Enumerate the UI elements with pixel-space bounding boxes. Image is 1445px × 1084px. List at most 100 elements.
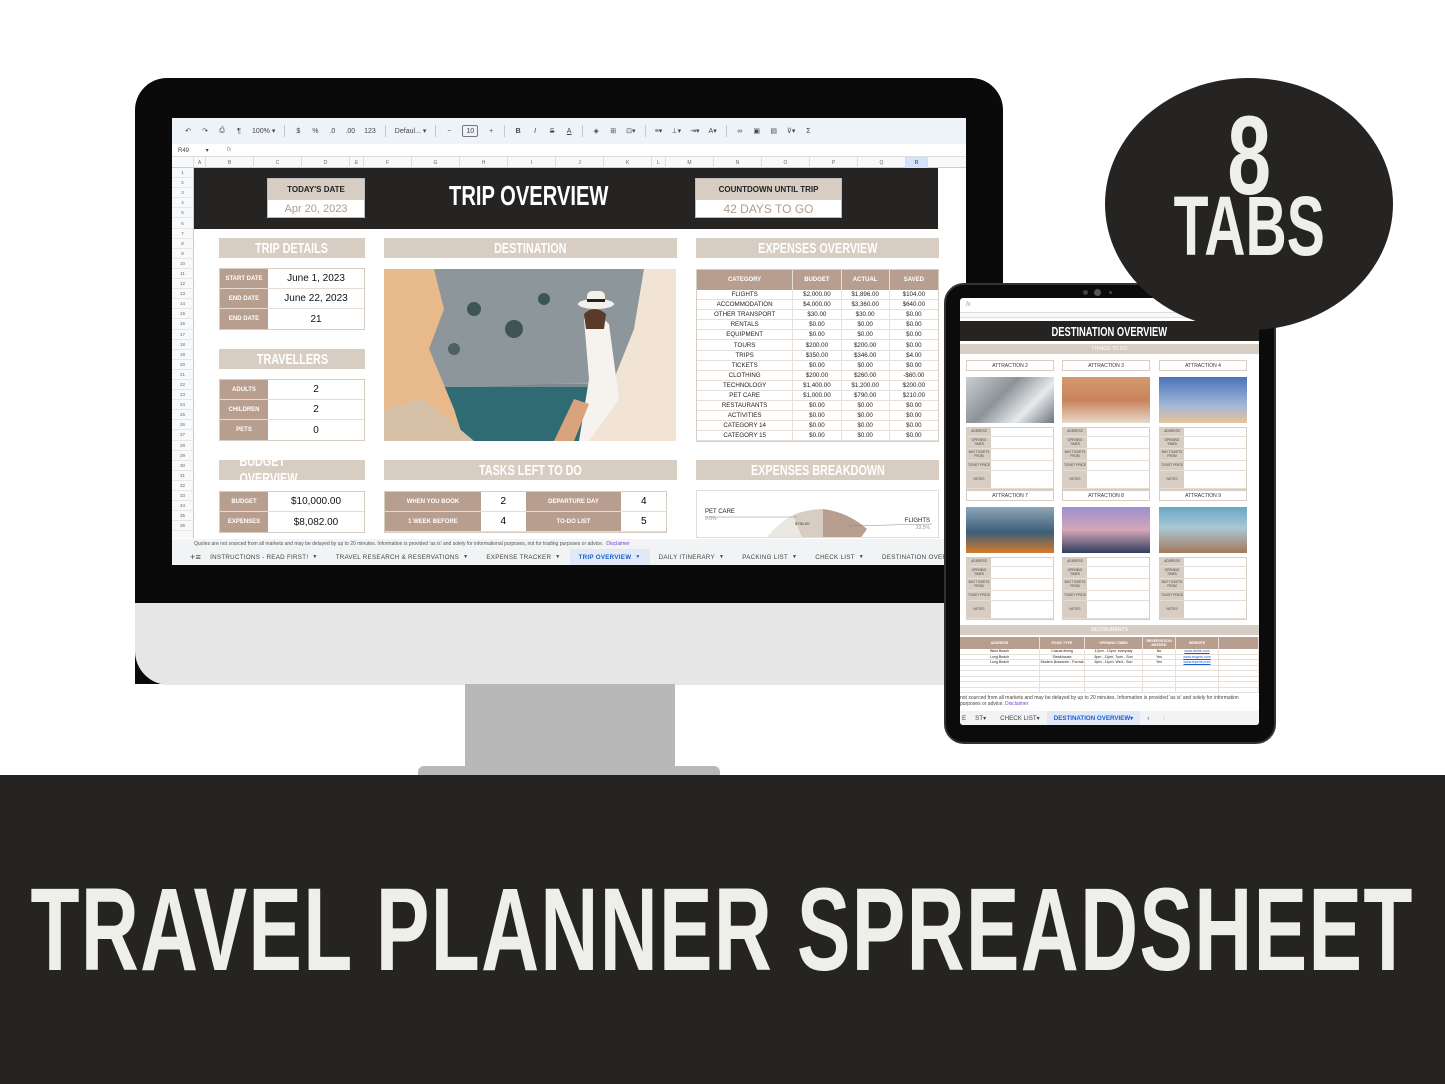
table-cell[interactable]: $30.00 [842,310,890,320]
table-cell[interactable]: 6pm - 11pm, Wed - Sun [1085,660,1143,665]
percent-button[interactable]: % [311,125,319,137]
table-cell[interactable] [1040,665,1085,670]
italic-button[interactable]: I [531,125,539,137]
table-cell[interactable]: TICKETS [697,360,794,370]
row-header[interactable]: 7 [172,229,193,239]
row-header[interactable]: 23 [172,390,193,401]
table-cell[interactable]: EQUIPMENT [697,330,794,340]
table-cell[interactable]: Long Beach [960,660,1040,665]
field-input[interactable] [1087,428,1149,436]
table-cell[interactable]: $200.00 [793,370,842,380]
table-cell[interactable] [960,671,1040,676]
table-cell[interactable]: $0.00 [842,320,890,330]
task-count[interactable]: 2 [481,492,526,511]
column-header[interactable]: P [810,157,858,168]
table-cell[interactable]: $0.00 [842,411,890,421]
table-cell[interactable]: $790.00 [842,390,890,401]
table-cell[interactable] [1085,671,1143,676]
font-size-input[interactable]: 10 [462,125,479,137]
field-input[interactable] [991,567,1053,578]
table-cell[interactable] [1219,660,1259,665]
table-cell[interactable]: Steakhouse [1040,654,1085,659]
field-input[interactable] [1184,471,1246,488]
column-header[interactable]: H [460,157,508,168]
table-cell[interactable]: Modern Brasserie - Formal [1040,660,1085,665]
table-cell[interactable]: 5pm - 11pm, Tues - Sun [1085,654,1143,659]
column-header[interactable]: M [666,157,714,168]
row-header[interactable]: 12 [172,279,193,290]
table-cell[interactable]: CATEGORY 14 [697,421,794,431]
field-input[interactable] [991,437,1053,448]
column-header[interactable]: D [302,157,350,168]
field-input[interactable] [991,591,1053,600]
field-input[interactable] [1184,579,1246,590]
row-header[interactable]: 25 [172,410,193,421]
row-header[interactable]: 21 [172,370,193,380]
table-cell[interactable]: $640.00 [890,300,938,309]
sheet-tab[interactable]: PACKING LIST ▼ [733,549,806,565]
website-link[interactable]: www.lepeirs.com [1184,660,1211,664]
field-input[interactable] [1087,449,1149,460]
table-cell[interactable] [960,687,1040,692]
table-cell[interactable]: $1,200.00 [842,380,890,390]
link-icon[interactable]: ∞ [736,125,744,137]
table-cell[interactable]: $0.00 [793,411,842,421]
field-input[interactable] [1087,437,1149,448]
vertical-align-icon[interactable]: ⊥▾ [672,125,682,137]
row-header[interactable]: 30 [172,461,193,471]
row-header[interactable]: 3 [172,188,193,199]
table-cell[interactable] [1143,671,1176,676]
table-cell[interactable] [1219,687,1259,692]
row-value[interactable]: June 1, 2023 [268,269,364,288]
sheet-tab[interactable]: EXPENSE TRACKER ▼ [477,549,569,565]
row-header[interactable]: 34 [172,501,193,512]
row-header[interactable]: 13 [172,289,193,300]
table-cell[interactable] [1085,665,1143,670]
undo-icon[interactable]: ↶ [184,125,192,137]
table-cell[interactable]: RESTAURANTS [697,401,794,411]
row-header[interactable]: 24 [172,400,193,411]
row-header[interactable]: 17 [172,330,193,340]
table-cell[interactable]: $0.00 [890,411,938,420]
field-input[interactable] [991,558,1053,566]
column-header[interactable]: O [762,157,810,168]
table-cell[interactable] [1143,665,1176,670]
row-header[interactable]: 8 [172,239,193,249]
table-cell[interactable]: $0.00 [793,431,842,441]
table-cell[interactable]: $350.00 [793,350,842,360]
increase-decimal-button[interactable]: .00 [345,125,355,137]
task-count[interactable]: 5 [621,512,666,531]
currency-button[interactable]: $ [294,125,302,137]
row-header[interactable]: 36 [172,521,193,532]
row-header[interactable]: 6 [172,218,193,229]
row-header[interactable]: 28 [172,441,193,451]
text-wrap-icon[interactable]: ⇥▾ [690,125,699,137]
column-header[interactable]: Q [858,157,906,168]
table-cell[interactable] [1143,682,1176,687]
sheet-tab[interactable]: TRAVEL RESEARCH & RESERVATIONS ▼ [327,549,478,565]
table-cell[interactable] [1219,676,1259,681]
table-cell[interactable]: $0.00 [890,431,938,440]
table-cell[interactable]: ACTIVITIES [697,411,794,421]
text-rotation-icon[interactable]: A▾ [709,125,717,137]
row-value[interactable]: 2 [268,400,364,419]
table-cell[interactable] [1143,676,1176,681]
field-input[interactable] [1087,471,1149,488]
row-header[interactable]: 32 [172,481,193,491]
strikethrough-button[interactable]: S [548,125,556,137]
row-header[interactable]: 27 [172,430,193,441]
text-color-button[interactable]: A [565,125,573,137]
row-header[interactable]: 9 [172,249,193,259]
field-input[interactable] [1184,601,1246,618]
name-box[interactable]: R49 ▾ [178,147,209,154]
table-cell[interactable]: $200.00 [793,340,842,350]
table-cell[interactable] [1040,676,1085,681]
merge-cells-icon[interactable]: ⊡▾ [626,125,635,137]
font-size-increase-button[interactable]: + [487,125,495,137]
column-header[interactable]: L [652,157,666,168]
table-cell[interactable] [960,676,1040,681]
table-cell[interactable]: $1,000.00 [793,390,842,401]
table-cell[interactable]: -$60.00 [890,371,938,380]
print-icon[interactable]: ⎙ [218,125,226,137]
table-cell[interactable] [960,665,1040,670]
